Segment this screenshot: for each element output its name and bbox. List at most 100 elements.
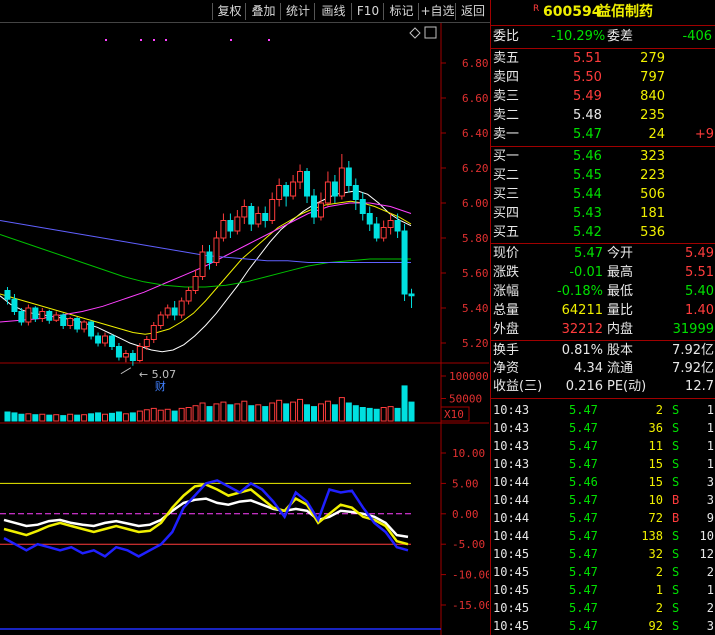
- fund-label: 股本: [607, 343, 634, 358]
- volume-bar: [338, 397, 345, 422]
- volume-unit-label: X10: [444, 408, 464, 421]
- tick-price: 5.47: [569, 457, 598, 471]
- weibi-row: 委比 -10.29% 委差 -406: [491, 28, 715, 46]
- candle-body: [331, 181, 338, 197]
- candle-body: [290, 181, 297, 197]
- volume-bar: [269, 402, 276, 422]
- stat-label: 总量: [493, 303, 520, 318]
- tick-time: 10:44: [493, 475, 530, 489]
- volume-bar: [102, 413, 109, 422]
- candle-body: [192, 276, 199, 291]
- tick-price: 5.47: [569, 493, 598, 507]
- candle-body: [262, 213, 269, 221]
- candle-body: [213, 237, 220, 263]
- event-marker-dot: [105, 39, 107, 41]
- candle-body: [178, 300, 185, 316]
- ask-label: 卖五: [493, 51, 520, 66]
- stat-label: 最低: [607, 284, 634, 299]
- stat-value: 31999: [672, 322, 714, 337]
- candle-body: [317, 202, 324, 218]
- volume-bar: [136, 410, 143, 422]
- candle-body: [95, 335, 102, 344]
- tick-count: 2: [706, 601, 714, 615]
- tick-price: 5.47: [569, 547, 598, 561]
- candle-body: [408, 293, 415, 297]
- fund-value: 0.216: [565, 379, 603, 394]
- bid-row: 买五 5.42 536: [491, 224, 715, 242]
- tick-side: B: [672, 493, 680, 507]
- candle-body: [32, 307, 39, 319]
- candle-body: [11, 298, 18, 312]
- stat-row: 现价 5.47 今开 5.49: [491, 245, 715, 263]
- volume-bar: [150, 407, 157, 422]
- tick-row: 10:44 5.47 10 B 3: [491, 491, 715, 509]
- event-marker-label: 财: [155, 379, 166, 393]
- candle-body: [297, 171, 304, 183]
- tick-row: 10:43 5.47 11 S 1: [491, 437, 715, 455]
- bid-volume: 323: [640, 149, 665, 164]
- volume-bar: [380, 407, 387, 422]
- tick-count: 2: [706, 565, 714, 579]
- toolbar-button-7[interactable]: 返回: [455, 3, 490, 20]
- stock-name: 益佰制药: [597, 4, 653, 20]
- fund-label: 换手: [493, 343, 520, 358]
- ask-price: 5.49: [573, 89, 602, 104]
- volume-bar: [178, 407, 185, 422]
- toolbar-button-4[interactable]: F10: [351, 3, 384, 20]
- tick-volume: 36: [648, 421, 663, 435]
- toolbar-button-1[interactable]: 叠加: [245, 3, 281, 20]
- toolbar-button-0[interactable]: 复权: [212, 3, 246, 20]
- bid-row: 买四 5.43 181: [491, 205, 715, 223]
- stat-label: 涨跌: [493, 265, 520, 280]
- kline-chart[interactable]: 6.806.606.406.206.005.805.605.405.20← 5.…: [0, 23, 489, 635]
- tick-time: 10:45: [493, 583, 530, 597]
- tick-row: 10:45 5.47 2 S 2: [491, 599, 715, 617]
- tick-count: 9: [706, 511, 714, 525]
- bid-volume: 181: [640, 206, 665, 221]
- osc-tick-label: -10.00: [452, 569, 489, 582]
- candle-body: [380, 227, 387, 239]
- volume-tick-label: 100000: [449, 370, 489, 383]
- tick-side: S: [672, 565, 680, 579]
- stat-row: 总量 64211 量比 1.40: [491, 302, 715, 320]
- toolbar-button-5[interactable]: 标记: [383, 3, 419, 20]
- tick-count: 1: [706, 421, 714, 435]
- toolbar-button-6[interactable]: +自选: [418, 3, 456, 20]
- bid-price: 5.42: [573, 225, 602, 240]
- osc-tick-label: 0.00: [452, 508, 479, 521]
- tick-volume: 72: [648, 511, 663, 525]
- tick-volume: 32: [648, 547, 663, 561]
- volume-bar: [373, 408, 380, 422]
- ask-label: 卖四: [493, 70, 520, 85]
- toolbar-button-3[interactable]: 画线: [314, 3, 352, 20]
- ask-change: +9: [694, 127, 714, 142]
- tick-time: 10:43: [493, 439, 530, 453]
- event-marker-dot: [140, 39, 142, 41]
- bid-price: 5.44: [573, 187, 602, 202]
- candle-body: [373, 223, 380, 239]
- tick-row: 10:45 5.47 2 S 2: [491, 563, 715, 581]
- bid-label: 买五: [493, 225, 520, 240]
- stat-value: 1.40: [685, 303, 714, 318]
- ask-price: 5.47: [573, 127, 602, 142]
- fund-label: 收益(三): [493, 379, 543, 394]
- volume-bar: [88, 413, 95, 422]
- volume-bar: [32, 414, 39, 422]
- fund-label: 净资: [493, 361, 520, 376]
- bid-label: 买二: [493, 168, 520, 183]
- stat-label: 外盘: [493, 322, 520, 337]
- tick-side: S: [672, 403, 680, 417]
- tick-price: 5.47: [569, 511, 598, 525]
- stock-code: 600594: [543, 4, 602, 20]
- ask-label: 卖三: [493, 89, 520, 104]
- bid-row: 买一 5.46 323: [491, 148, 715, 166]
- ask-label: 卖二: [493, 108, 520, 123]
- candle-body: [143, 339, 150, 347]
- volume-bar: [283, 403, 290, 422]
- candle-body: [359, 199, 366, 214]
- stat-value: 5.51: [685, 265, 714, 280]
- candle-body: [46, 311, 53, 321]
- toolbar-button-2[interactable]: 统计: [280, 3, 315, 20]
- stat-value: 64211: [561, 303, 603, 318]
- price-tick-label: 5.20: [462, 337, 489, 350]
